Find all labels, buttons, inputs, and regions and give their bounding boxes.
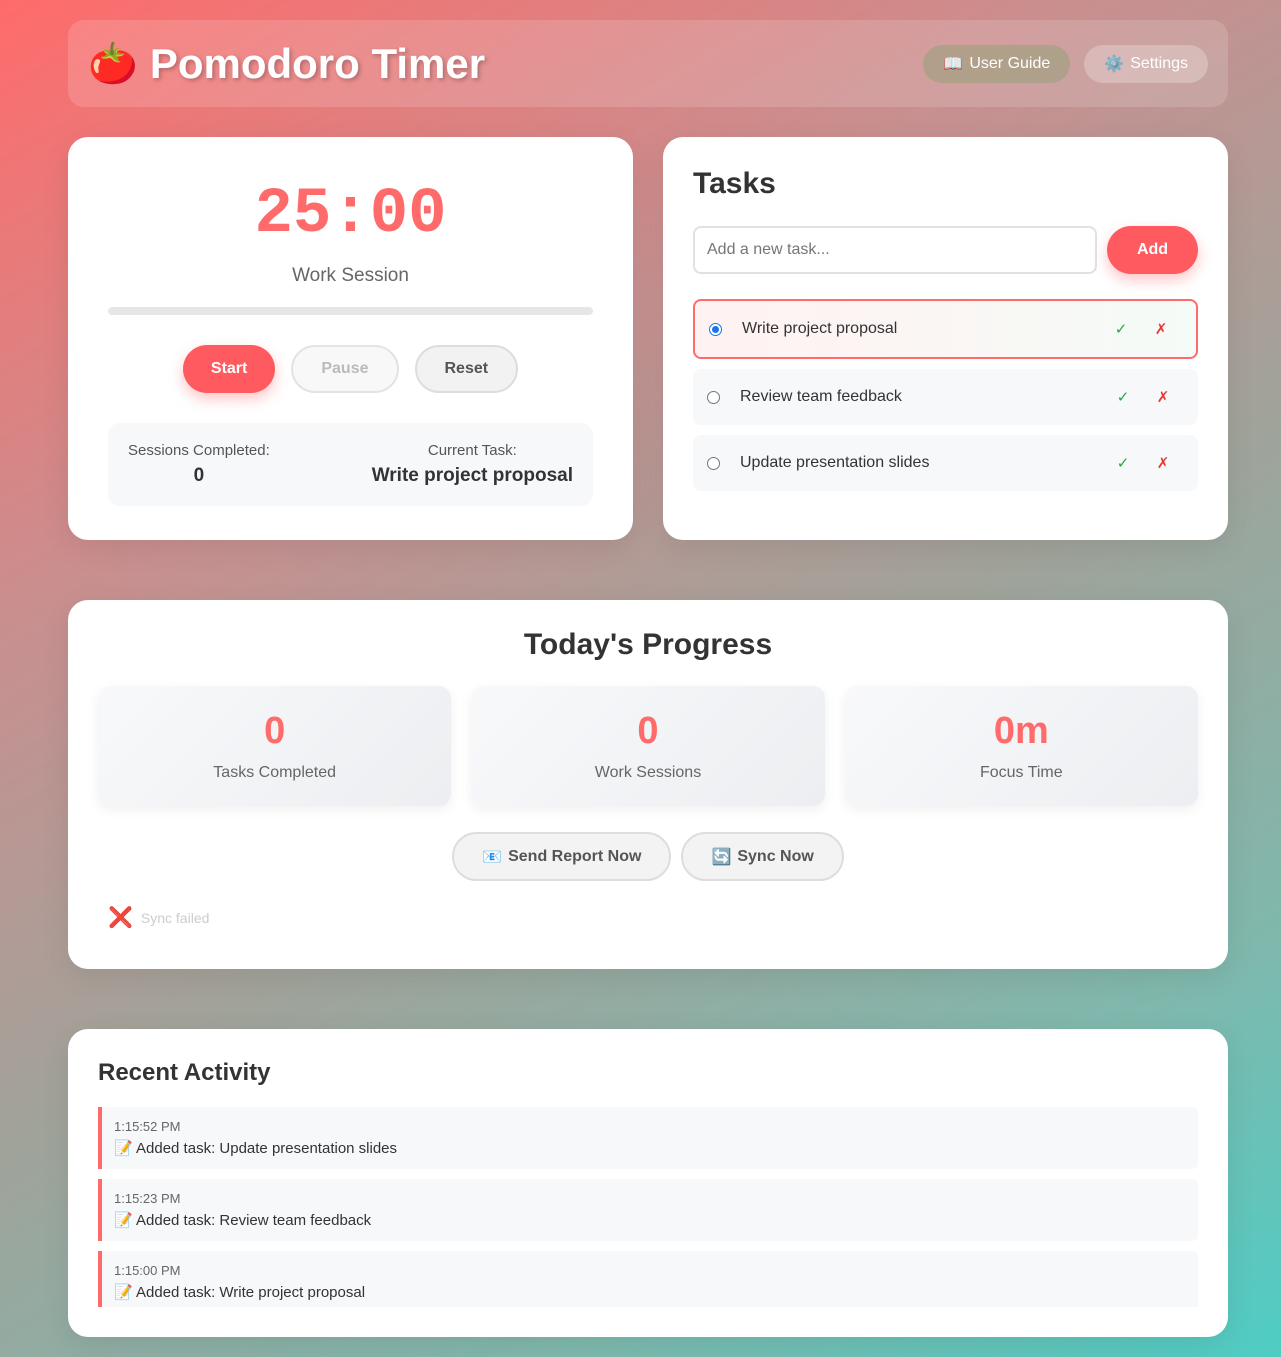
tomato-icon: 🍅 xyxy=(88,41,138,86)
focus-time-stat: 0m Focus Time xyxy=(844,686,1198,806)
brand: 🍅 Pomodoro Timer xyxy=(88,40,485,88)
current-task-value: Write project proposal xyxy=(371,465,573,486)
start-button[interactable]: Start xyxy=(182,345,276,393)
settings-label: Settings xyxy=(1130,54,1188,72)
activity-list[interactable]: 1:15:52 PM 📝 Added task: Update presenta… xyxy=(98,1107,1198,1307)
complete-task-icon[interactable]: ✓ xyxy=(1108,454,1138,472)
error-icon: ❌ xyxy=(108,907,133,929)
task-list: Write project proposal ✓ ✗ Review team f… xyxy=(693,299,1198,491)
task-text: Review team feedback xyxy=(740,388,902,405)
activity-message: 📝 Added task: Review team feedback xyxy=(114,1212,372,1229)
stat-value: 0m xyxy=(993,710,1049,752)
settings-button[interactable]: ⚙️ Settings xyxy=(1084,44,1208,83)
stat-value: 0 xyxy=(637,710,659,752)
activity-item: 1:15:00 PM 📝 Added task: Write project p… xyxy=(98,1251,1198,1307)
delete-task-icon[interactable]: ✗ xyxy=(1148,388,1178,406)
sync-status-text: Sync failed xyxy=(140,909,210,926)
sync-now-button[interactable]: 🔄 Sync Now xyxy=(681,832,844,881)
timer-card: 25:00 Work Session Start Pause Reset Ses… xyxy=(68,137,633,540)
task-select-radio[interactable] xyxy=(707,390,720,404)
tasks-completed-stat: 0 Tasks Completed xyxy=(98,686,452,806)
sessions-completed-label: Sessions Completed: xyxy=(128,442,270,459)
activity-title: Recent Activity xyxy=(98,1059,271,1086)
new-task-input[interactable] xyxy=(693,226,1097,274)
stat-label: Focus Time xyxy=(979,764,1063,781)
timer-display: 25:00 xyxy=(254,179,447,251)
activity-message: 📝 Added task: Update presentation slides xyxy=(114,1140,398,1157)
timer-controls: Start Pause Reset xyxy=(108,345,593,393)
delete-task-icon[interactable]: ✗ xyxy=(1148,454,1178,472)
task-item[interactable]: Review team feedback ✓ ✗ xyxy=(693,369,1198,425)
task-item[interactable]: Update presentation slides ✓ ✗ xyxy=(693,435,1198,491)
user-guide-button[interactable]: 📖 User Guide xyxy=(923,44,1071,83)
activity-time: 1:15:52 PM xyxy=(114,1119,181,1134)
activity-item: 1:15:23 PM 📝 Added task: Review team fee… xyxy=(98,1179,1198,1241)
add-task-button[interactable]: Add xyxy=(1107,226,1198,274)
progress-title: Today's Progress xyxy=(523,628,773,661)
activity-message: 📝 Added task: Write project proposal xyxy=(114,1284,366,1301)
app-title: Pomodoro Timer xyxy=(149,39,486,87)
progress-actions: 📧 Send Report Now 🔄 Sync Now xyxy=(98,832,1198,881)
sessions-completed-value: 0 xyxy=(193,465,205,486)
task-text: Update presentation slides xyxy=(740,454,930,471)
task-select-radio[interactable] xyxy=(707,456,720,470)
timer-progress-bar xyxy=(108,307,593,315)
task-form: Add xyxy=(693,226,1198,274)
sync-status: ❌ Sync failed xyxy=(108,905,1198,930)
email-icon: 📧 xyxy=(482,848,503,866)
work-sessions-stat: 0 Work Sessions xyxy=(471,686,825,806)
activity-time: 1:15:00 PM xyxy=(114,1263,181,1278)
sync-now-label: Sync Now xyxy=(737,847,814,865)
complete-task-icon[interactable]: ✓ xyxy=(1106,320,1136,338)
activity-item: 1:15:52 PM 📝 Added task: Update presenta… xyxy=(98,1107,1198,1169)
gear-icon: ⚙️ xyxy=(1104,55,1125,73)
send-report-button[interactable]: 📧 Send Report Now xyxy=(452,832,672,881)
activity-time: 1:15:23 PM xyxy=(114,1191,181,1206)
current-task-stat: Current Task: Write project proposal xyxy=(372,442,573,487)
send-report-label: Send Report Now xyxy=(508,847,642,865)
reset-button[interactable]: Reset xyxy=(414,345,519,393)
current-task-label: Current Task: xyxy=(427,442,517,459)
task-text: Write project proposal xyxy=(742,320,898,337)
sync-icon: 🔄 xyxy=(711,848,732,866)
header-actions: 📖 User Guide ⚙️ Settings xyxy=(923,44,1208,83)
book-icon: 📖 xyxy=(943,55,964,73)
app-header: 🍅 Pomodoro Timer 📖 User Guide ⚙️ Setting… xyxy=(68,20,1228,107)
task-item[interactable]: Write project proposal ✓ ✗ xyxy=(693,299,1198,359)
sessions-completed-stat: Sessions Completed: 0 xyxy=(128,442,270,487)
app-container: 🍅 Pomodoro Timer 📖 User Guide ⚙️ Setting… xyxy=(68,20,1228,1337)
progress-stats: 0 Tasks Completed 0 Work Sessions 0m Foc… xyxy=(98,686,1198,806)
stat-label: Work Sessions xyxy=(594,764,702,781)
session-type: Work Session xyxy=(292,265,409,286)
user-guide-label: User Guide xyxy=(969,54,1051,72)
stat-label: Tasks Completed xyxy=(213,764,337,781)
complete-task-icon[interactable]: ✓ xyxy=(1108,388,1138,406)
pause-button[interactable]: Pause xyxy=(291,345,399,393)
task-select-radio[interactable] xyxy=(709,322,722,336)
stat-value: 0 xyxy=(264,710,286,752)
activity-card: Recent Activity 1:15:52 PM 📝 Added task:… xyxy=(68,1029,1228,1337)
delete-task-icon[interactable]: ✗ xyxy=(1146,320,1176,338)
tasks-card: Tasks Add Write project proposal ✓ ✗ Rev… xyxy=(663,137,1228,540)
tasks-title: Tasks xyxy=(693,167,776,200)
session-stats: Sessions Completed: 0 Current Task: Writ… xyxy=(108,423,593,506)
progress-card: Today's Progress 0 Tasks Completed 0 Wor… xyxy=(68,600,1228,969)
